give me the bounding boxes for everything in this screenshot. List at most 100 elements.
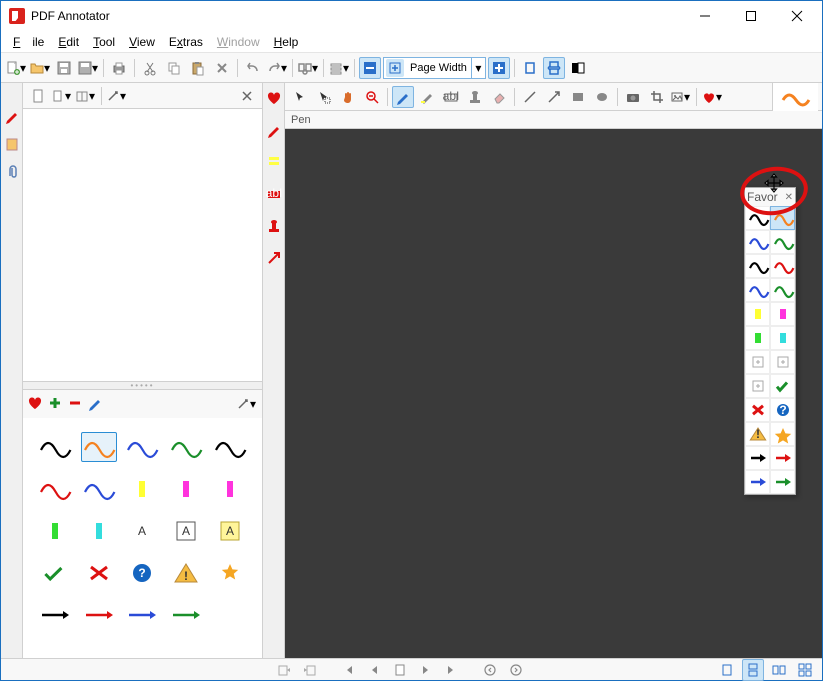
arrow-tab-icon[interactable] bbox=[265, 247, 283, 269]
find-button[interactable]: ▾ bbox=[297, 57, 319, 79]
float-favorite-item[interactable] bbox=[770, 350, 795, 374]
favorite-item[interactable]: ? bbox=[124, 558, 160, 588]
layers-button[interactable]: ▾ bbox=[328, 57, 350, 79]
pen-tab-icon[interactable] bbox=[265, 119, 283, 141]
favorite-item[interactable] bbox=[212, 558, 248, 588]
float-favorite-item[interactable]: ? bbox=[770, 398, 795, 422]
zoom-tool-icon[interactable] bbox=[361, 86, 383, 108]
favorite-heart-icon[interactable] bbox=[27, 395, 43, 414]
float-favorite-item[interactable] bbox=[745, 230, 770, 254]
lasso-tool-icon[interactable] bbox=[313, 86, 335, 108]
menu-extras[interactable]: Extras bbox=[163, 33, 209, 51]
favorite-item[interactable] bbox=[124, 474, 160, 504]
favorite-item[interactable] bbox=[81, 432, 117, 462]
doc-new-button[interactable]: ▾ bbox=[51, 85, 73, 107]
favorite-item[interactable] bbox=[81, 474, 117, 504]
favorite-item[interactable] bbox=[168, 474, 204, 504]
maximize-button[interactable] bbox=[728, 1, 774, 31]
favorite-item[interactable] bbox=[124, 432, 160, 462]
snapshot-tool-icon[interactable] bbox=[622, 86, 644, 108]
float-favorite-item[interactable] bbox=[770, 254, 795, 278]
highlighter-tab-icon[interactable] bbox=[265, 151, 283, 173]
continuous-page-button[interactable] bbox=[543, 57, 565, 79]
nav-next-icon[interactable] bbox=[415, 659, 437, 681]
nav-forward-icon[interactable] bbox=[505, 659, 527, 681]
menu-edit[interactable]: Edit bbox=[52, 33, 85, 51]
favorite-edit-icon[interactable] bbox=[87, 395, 103, 414]
image-tool-icon[interactable]: ▾ bbox=[670, 86, 692, 108]
zoom-in-button[interactable] bbox=[488, 57, 510, 79]
view-single-icon[interactable] bbox=[716, 659, 738, 681]
nav-thumb-next-icon[interactable] bbox=[299, 659, 321, 681]
favorite-item[interactable] bbox=[168, 600, 204, 630]
favorite-item[interactable] bbox=[37, 474, 73, 504]
single-page-button[interactable] bbox=[519, 57, 541, 79]
float-favorite-item[interactable] bbox=[770, 422, 795, 446]
float-favorite-item[interactable] bbox=[770, 230, 795, 254]
copy-button[interactable] bbox=[163, 57, 185, 79]
cut-button[interactable] bbox=[139, 57, 161, 79]
rect-tool-icon[interactable] bbox=[567, 86, 589, 108]
favorite-item[interactable]: A bbox=[212, 516, 248, 546]
favorite-item[interactable] bbox=[37, 516, 73, 546]
tab-attachments-icon[interactable] bbox=[3, 161, 21, 183]
two-page-button[interactable] bbox=[567, 57, 589, 79]
favorite-item[interactable] bbox=[81, 600, 117, 630]
favorite-item[interactable] bbox=[212, 600, 248, 630]
crop-tool-icon[interactable] bbox=[646, 86, 668, 108]
favorite-item[interactable]: ! bbox=[168, 558, 204, 588]
favorite-item[interactable] bbox=[212, 432, 248, 462]
float-favorite-item[interactable]: ! bbox=[745, 422, 770, 446]
tab-pen-icon[interactable] bbox=[3, 105, 21, 127]
favorite-item[interactable] bbox=[37, 558, 73, 588]
zoom-out-button[interactable] bbox=[359, 57, 381, 79]
splitter-grip[interactable]: ••••• bbox=[23, 382, 262, 390]
text-tab-icon[interactable]: abI bbox=[265, 183, 283, 205]
nav-prev-icon[interactable] bbox=[363, 659, 385, 681]
float-panel-header[interactable]: Favor ✕ bbox=[745, 188, 795, 206]
nav-first-icon[interactable] bbox=[337, 659, 359, 681]
doc-page-icon[interactable] bbox=[27, 85, 49, 107]
select-tool-icon[interactable] bbox=[289, 86, 311, 108]
line-tool-icon[interactable] bbox=[519, 86, 541, 108]
float-favorite-item[interactable] bbox=[745, 446, 770, 470]
textbox-tool-icon[interactable]: abI bbox=[440, 86, 462, 108]
favorite-item[interactable]: A bbox=[124, 516, 160, 546]
close-button[interactable] bbox=[774, 1, 820, 31]
favorite-item[interactable] bbox=[81, 558, 117, 588]
float-panel-close-icon[interactable]: ✕ bbox=[785, 192, 793, 203]
arrow-tool-icon[interactable] bbox=[543, 86, 565, 108]
favorite-add-icon[interactable] bbox=[47, 395, 63, 414]
float-favorite-item[interactable] bbox=[770, 302, 795, 326]
float-favorite-item[interactable] bbox=[745, 398, 770, 422]
doc-close-button[interactable] bbox=[236, 85, 258, 107]
doc-book-button[interactable]: ▾ bbox=[75, 85, 97, 107]
view-continuous-icon[interactable] bbox=[742, 659, 764, 681]
favorite-remove-icon[interactable] bbox=[67, 395, 83, 414]
nav-page-icon[interactable] bbox=[389, 659, 411, 681]
favorite-item[interactable] bbox=[37, 432, 73, 462]
menu-help[interactable]: Help bbox=[268, 33, 305, 51]
view-two-icon[interactable] bbox=[768, 659, 790, 681]
favorite-item[interactable] bbox=[81, 516, 117, 546]
marker-tool-icon[interactable] bbox=[416, 86, 438, 108]
menu-file[interactable]: File bbox=[7, 33, 50, 51]
favorite-item[interactable] bbox=[124, 600, 160, 630]
float-favorite-item[interactable] bbox=[770, 326, 795, 350]
hand-tool-icon[interactable] bbox=[337, 86, 359, 108]
float-favorite-item[interactable] bbox=[745, 350, 770, 374]
heart-favorite-button[interactable]: ▾ bbox=[701, 86, 723, 108]
favorites-tab-icon[interactable] bbox=[265, 87, 283, 109]
float-favorite-item[interactable] bbox=[745, 326, 770, 350]
float-favorite-item[interactable] bbox=[770, 446, 795, 470]
pen-tool-icon[interactable] bbox=[392, 86, 414, 108]
ellipse-tool-icon[interactable] bbox=[591, 86, 613, 108]
favorite-item[interactable] bbox=[37, 600, 73, 630]
print-button[interactable] bbox=[108, 57, 130, 79]
zoom-select[interactable]: Page Width ▾ bbox=[383, 57, 486, 79]
view-two-cont-icon[interactable] bbox=[794, 659, 816, 681]
doc-settings-button[interactable]: ▾ bbox=[106, 85, 128, 107]
save-button[interactable] bbox=[53, 57, 75, 79]
nav-back-icon[interactable] bbox=[479, 659, 501, 681]
float-favorite-item[interactable] bbox=[745, 278, 770, 302]
